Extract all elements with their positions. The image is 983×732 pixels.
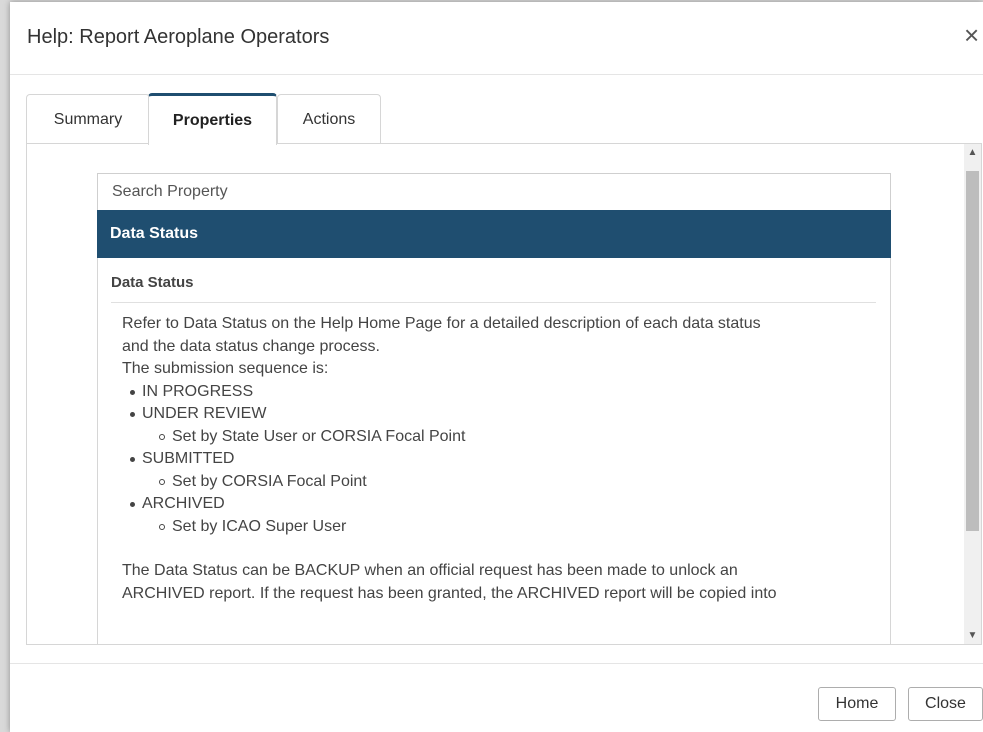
home-button[interactable]: Home	[818, 687, 896, 721]
properties-panel: Data Status Data Status Refer to Data St…	[26, 143, 982, 645]
help-dialog: Help: Report Aeroplane Operators × Summa…	[10, 2, 983, 732]
status-sub-item: Set by CORSIA Focal Point	[122, 471, 882, 494]
intro-text-line: and the data status change process.	[122, 337, 380, 355]
property-heading: Data Status	[111, 274, 876, 303]
vertical-scrollbar[interactable]: ▲ ▼	[964, 144, 981, 644]
close-icon[interactable]: ×	[964, 22, 979, 48]
status-list: IN PROGRESS UNDER REVIEW Set by State Us…	[122, 381, 882, 539]
status-item: UNDER REVIEW	[122, 403, 882, 426]
close-button[interactable]: Close	[908, 687, 983, 721]
dialog-header: Help: Report Aeroplane Operators ×	[10, 2, 983, 75]
footer-divider	[10, 663, 983, 664]
status-item: ARCHIVED	[122, 493, 882, 516]
property-description: Refer to Data Status on the Help Home Pa…	[122, 313, 882, 605]
dialog-title: Help: Report Aeroplane Operators	[27, 26, 330, 48]
status-item: SUBMITTED	[122, 448, 882, 471]
status-sub-item: Set by State User or CORSIA Focal Point	[122, 426, 882, 449]
tab-actions[interactable]: Actions	[277, 94, 381, 144]
tab-properties[interactable]: Properties	[148, 93, 277, 145]
status-item: IN PROGRESS	[122, 381, 882, 404]
scroll-up-icon[interactable]: ▲	[964, 144, 981, 161]
backup-text-line: ARCHIVED report. If the request has been…	[122, 584, 777, 602]
sequence-label: The submission sequence is:	[122, 360, 329, 377]
search-property-input[interactable]	[97, 173, 891, 211]
backup-text-line: The Data Status can be BACKUP when an of…	[122, 562, 738, 579]
scrollbar-thumb[interactable]	[966, 171, 979, 531]
property-details: Data Status Refer to Data Status on the …	[97, 258, 891, 644]
status-sub-item: Set by ICAO Super User	[122, 516, 882, 539]
section-header-data-status[interactable]: Data Status	[97, 210, 891, 258]
tab-summary[interactable]: Summary	[26, 94, 150, 144]
intro-text-line: Refer to Data Status on the Help Home Pa…	[122, 315, 761, 332]
scroll-down-icon[interactable]: ▼	[964, 627, 981, 644]
